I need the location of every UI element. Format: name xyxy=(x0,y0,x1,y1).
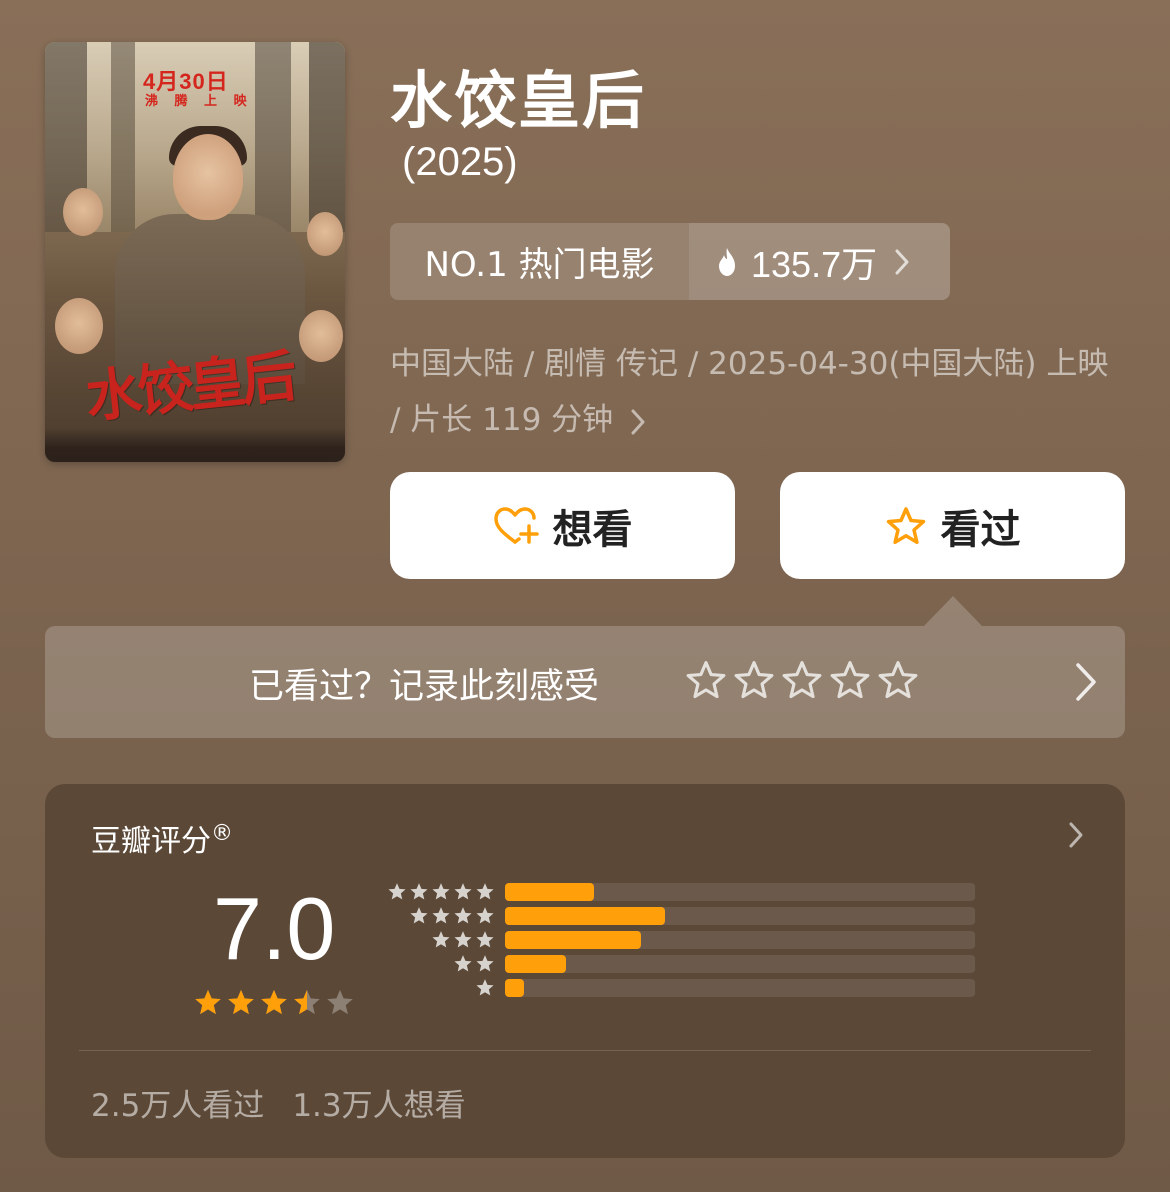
want-count: 1.3万人想看 xyxy=(292,1088,466,1124)
movie-meta-text: 中国大陆 / 剧情 传记 / 2025-04-30(中国大陆) 上映 / 片长 … xyxy=(390,346,1109,438)
distribution-row xyxy=(383,882,983,902)
poster-title-art: 水饺皇后 xyxy=(82,343,297,431)
distribution-bar xyxy=(505,883,595,901)
star-icon xyxy=(195,989,221,1015)
star-icon xyxy=(454,907,472,924)
fire-icon xyxy=(719,247,735,276)
poster-figure xyxy=(173,134,243,220)
star-icon[interactable] xyxy=(829,660,871,702)
movie-title: 水饺皇后 xyxy=(390,64,647,137)
movie-meta[interactable]: 中国大陆 / 剧情 传记 / 2025-04-30(中国大陆) 上映 / 片长 … xyxy=(390,336,1120,448)
star-icon[interactable] xyxy=(781,660,823,702)
star-icon xyxy=(327,989,353,1015)
rating-stars xyxy=(193,988,355,1018)
seen-count: 2.5万人看过 xyxy=(91,1088,265,1124)
watched-label: 看过 xyxy=(940,506,1021,553)
registered-mark: ® xyxy=(211,821,233,846)
rating-label: 豆瓣评分® xyxy=(91,816,233,860)
want-to-watch-button[interactable]: 想看 xyxy=(390,472,735,579)
star-icon xyxy=(454,931,472,948)
distribution-bar xyxy=(505,955,567,973)
poster-credits xyxy=(45,428,345,462)
chevron-right-icon xyxy=(1076,663,1096,701)
star-icon xyxy=(294,989,320,1015)
star-icon xyxy=(432,907,450,924)
star-icon xyxy=(454,955,472,972)
distribution-row xyxy=(383,978,983,998)
distribution-bar xyxy=(505,907,665,925)
distribution-stars xyxy=(409,906,495,926)
rate-stars[interactable] xyxy=(685,660,919,702)
heat-count-button[interactable]: 135.7万 xyxy=(689,223,950,300)
movie-year: (2025) xyxy=(402,140,518,184)
poster-figure xyxy=(307,212,343,256)
distribution-stars xyxy=(387,882,495,902)
rating-stats: 2.5万人看过 1.3万人想看 xyxy=(91,1080,466,1125)
star-icon xyxy=(476,907,494,924)
star-icon xyxy=(410,907,428,924)
rating-score: 7.0 xyxy=(213,879,336,978)
rank-label: NO.1 热门电影 xyxy=(390,223,689,300)
chevron-right-icon xyxy=(631,409,645,434)
want-to-watch-label: 想看 xyxy=(552,506,633,553)
distribution-track xyxy=(505,931,975,949)
rate-prompt-bar[interactable]: 已看过？记录此刻感受 xyxy=(45,626,1125,738)
star-icon xyxy=(261,989,287,1015)
rating-label-text: 豆瓣评分 xyxy=(91,824,211,859)
heat-count: 135.7万 xyxy=(751,243,878,285)
distribution-row xyxy=(383,906,983,926)
star-icon xyxy=(476,955,494,972)
star-icon xyxy=(388,883,406,900)
star-icon xyxy=(476,883,494,900)
distribution-stars xyxy=(431,930,495,950)
poster-figure xyxy=(63,188,103,236)
divider xyxy=(79,1050,1091,1051)
star-icon xyxy=(476,931,494,948)
chevron-right-icon xyxy=(895,249,909,274)
star-icon xyxy=(432,931,450,948)
star-icon[interactable] xyxy=(685,660,727,702)
distribution-bar xyxy=(505,979,524,997)
star-icon xyxy=(432,883,450,900)
star-icon[interactable] xyxy=(733,660,775,702)
rank-badge[interactable]: NO.1 热门电影 135.7万 xyxy=(390,223,950,300)
star-icon xyxy=(476,979,494,996)
popover-pointer xyxy=(924,596,982,626)
star-icon[interactable] xyxy=(877,660,919,702)
distribution-track xyxy=(505,883,975,901)
distribution-stars xyxy=(453,954,495,974)
distribution-row xyxy=(383,930,983,950)
star-icon xyxy=(886,506,925,544)
chevron-right-icon xyxy=(1069,822,1083,848)
poster-figure xyxy=(55,298,103,354)
star-icon xyxy=(228,989,254,1015)
star-icon xyxy=(454,883,472,900)
distribution-bar xyxy=(505,931,642,949)
distribution-stars xyxy=(475,978,495,998)
watched-button[interactable]: 看过 xyxy=(780,472,1125,579)
star-icon xyxy=(410,883,428,900)
movie-poster[interactable]: 4月30日 沸 腾 上 映 水饺皇后 xyxy=(45,42,345,462)
poster-tagline: 沸 腾 上 映 xyxy=(145,94,253,109)
distribution-track xyxy=(505,955,975,973)
rate-prompt-text: 已看过？记录此刻感受 xyxy=(249,667,600,707)
heart-plus-icon xyxy=(493,506,539,544)
distribution-track xyxy=(505,907,975,925)
rating-card[interactable]: 豆瓣评分® 7.0 2.5万人看过 1.3万人想看 xyxy=(45,784,1125,1158)
distribution-row xyxy=(383,954,983,974)
poster-figure xyxy=(299,310,343,362)
distribution-track xyxy=(505,979,975,997)
